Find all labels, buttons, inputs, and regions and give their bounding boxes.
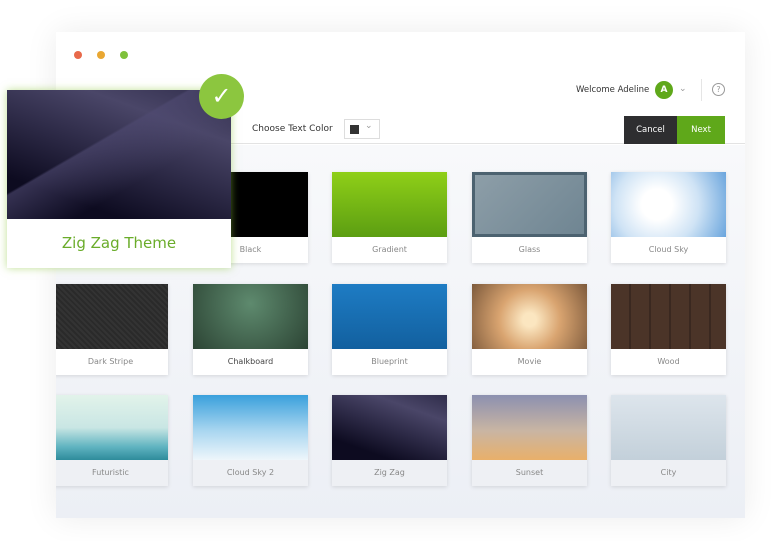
theme-label: Sunset <box>472 460 587 486</box>
theme-tile-glass[interactable]: Glass <box>472 172 587 263</box>
theme-label: Cloud Sky <box>648 245 689 254</box>
text-color-label: Choose Text Color <box>252 124 333 134</box>
theme-tile-wood[interactable]: Wood <box>611 284 726 375</box>
avatar[interactable]: A <box>655 81 673 99</box>
theme-tile-blueprint[interactable]: Blueprint <box>332 284 447 375</box>
theme-tile-movie[interactable]: Movie <box>472 284 587 375</box>
welcome-text: Welcome Adeline <box>576 85 650 95</box>
theme-label: Blueprint <box>371 357 408 366</box>
theme-tile-futuristic[interactable]: Futuristic <box>56 395 168 486</box>
chevron-down-icon[interactable]: ⌄ <box>679 84 687 94</box>
color-swatch <box>350 125 359 134</box>
theme-tile-sunset[interactable]: Sunset <box>472 395 587 486</box>
theme-label: Movie <box>517 357 542 366</box>
text-color-select[interactable]: ⌄ <box>344 119 380 139</box>
theme-label: Zig Zag <box>332 460 447 486</box>
theme-label: Dark Stripe <box>87 357 134 366</box>
theme-label: Glass <box>518 245 541 254</box>
cancel-button[interactable]: Cancel <box>624 116 677 144</box>
theme-label: Chalkboard <box>227 357 274 366</box>
theme-tile-dark-stripe[interactable]: Dark Stripe <box>56 284 168 375</box>
selected-theme-label: Zig Zag Theme <box>61 234 177 252</box>
theme-label: Wood <box>657 357 680 366</box>
chevron-down-icon: ⌄ <box>365 121 373 131</box>
theme-tile-zig-zag[interactable]: Zig Zag <box>332 395 447 486</box>
theme-label: Gradient <box>372 245 407 254</box>
theme-preview-image <box>7 90 231 219</box>
theme-label: Cloud Sky 2 <box>193 460 308 486</box>
close-dot[interactable] <box>74 51 82 59</box>
theme-label: Futuristic <box>56 460 168 486</box>
theme-tile-city[interactable]: City <box>611 395 726 486</box>
theme-tile-gradient[interactable]: Gradient <box>332 172 447 263</box>
theme-tile-cloud-sky-2[interactable]: Cloud Sky 2 <box>193 395 308 486</box>
theme-label: City <box>611 460 726 486</box>
selected-theme-card[interactable]: Zig Zag Theme <box>7 90 231 268</box>
next-button[interactable]: Next <box>677 116 725 144</box>
maximize-dot[interactable] <box>120 51 128 59</box>
checkmark-icon: ✓ <box>199 74 244 119</box>
help-icon[interactable]: ? <box>712 83 725 96</box>
divider <box>701 79 702 101</box>
minimize-dot[interactable] <box>97 51 105 59</box>
theme-tile-cloud-sky[interactable]: Cloud Sky <box>611 172 726 263</box>
theme-tile-chalkboard[interactable]: Chalkboard <box>193 284 308 375</box>
